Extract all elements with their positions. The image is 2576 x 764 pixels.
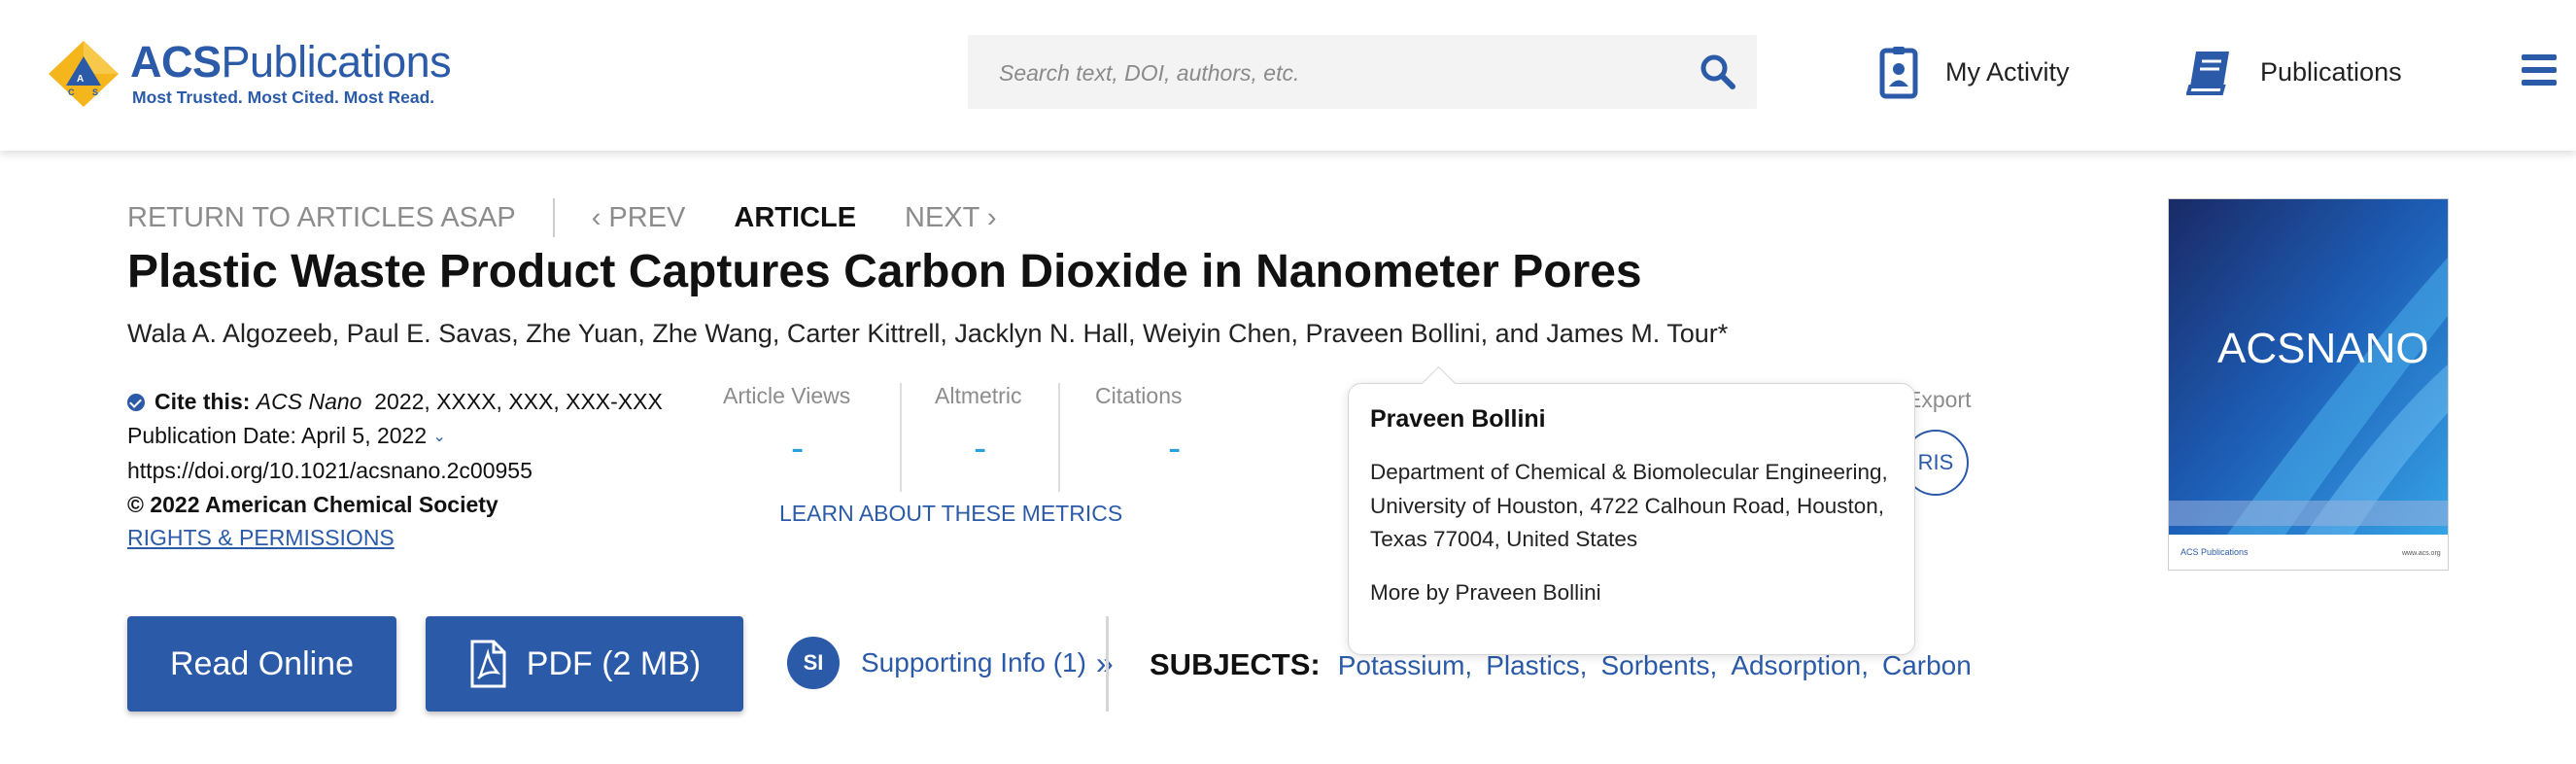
journal-cover-image: ACSNANO ACS Publications www.acs.org [2169,199,2448,570]
prev-article-link[interactable]: ‹ PREV [592,202,686,234]
popup-affiliation: Department of Chemical & Biomolecular En… [1370,460,1888,551]
search-input[interactable] [997,35,1681,111]
chevron-down-icon: ⌄ [432,428,446,445]
hamburger-menu-icon[interactable] [2520,51,2559,89]
publications-label: Publications [2260,56,2402,87]
cover-footer-url: www.acs.org [2401,550,2441,557]
svg-text:S: S [92,87,98,97]
export-label: Export [1906,387,1972,412]
double-chevron-right-icon: » [1095,644,1114,680]
journal-name: ACS Nano [256,389,362,414]
next-article-link[interactable]: NEXT › [905,202,997,234]
acs-publications-logo[interactable]: A C S ACSPublications Most Trusted. Most… [47,37,455,115]
my-activity-link[interactable]: My Activity [1879,43,2070,101]
metric-divider [1058,383,1060,492]
check-circle-icon [127,394,145,411]
author-popup: Praveen Bollini Department of Chemical &… [1348,383,1915,655]
svg-text:A: A [77,74,84,85]
copyright: © 2022 American Chemical Society [127,491,498,517]
author-list[interactable]: Wala A. Algozeeb, Paul E. Savas, Zhe Yua… [127,319,1728,349]
svg-text:C: C [68,87,75,97]
return-to-articles-link[interactable]: RETURN TO ARTICLES ASAP [127,202,516,234]
popup-author-name: Praveen Bollini [1370,405,1546,433]
journal-cover[interactable]: ACSNANO ACS Publications www.acs.org [2168,198,2449,571]
metric-altmetric: Altmetric - [935,383,1022,469]
cite-this-row[interactable]: Cite this: ACS Nano 2022, XXXX, XXX, XXX… [127,385,663,419]
metric-divider [900,383,902,492]
badge-icon [1879,47,1918,99]
logo-tagline: Most Trusted. Most Cited. Most Read. [132,87,435,107]
pdf-file-icon [470,640,506,688]
subjects-label: SUBJECTS: [1150,647,1321,681]
read-online-button[interactable]: Read Online [127,616,396,712]
search-bar [968,35,1757,111]
logo-title: ACSPublications [130,37,452,87]
current-article-label: ARTICLE [734,201,857,233]
doi-link[interactable]: https://doi.org/10.1021/acsnano.2c00955 [127,454,663,488]
cover-journal-mark: ACSNANO [2217,325,2429,372]
my-activity-label: My Activity [1945,56,2070,87]
rights-permissions-link[interactable]: RIGHTS & PERMISSIONS [127,521,663,555]
nav-divider [552,198,555,237]
supporting-info-link[interactable]: SI Supporting Info (1) » [787,637,1114,689]
publication-date[interactable]: Publication Date: April 5, 2022 ⌄ [127,419,663,455]
book-icon [2186,52,2229,95]
learn-about-metrics-link[interactable]: LEARN ABOUT THESE METRICS [779,501,1122,527]
citation-info: Cite this: ACS Nano 2022, XXXX, XXX, XXX… [127,385,663,555]
pdf-download-button[interactable]: PDF (2 MB) [426,616,743,712]
citation-details: 2022, XXXX, XXX, XXX-XXX [374,389,663,414]
cover-footer-logo: ACS Publications [2181,547,2249,557]
site-header: A C S ACSPublications Most Trusted. Most… [0,0,2576,151]
supporting-info-label: Supporting Info (1) [861,647,1086,677]
article-navigation: RETURN TO ARTICLES ASAP ‹ PREV ARTICLE N… [127,198,997,237]
metric-article-views: Article Views - [723,383,851,469]
publications-link[interactable]: Publications [2186,43,2402,101]
acs-logo-icon: A C S [49,41,119,107]
more-by-author-link[interactable]: More by Praveen Bollini [1370,580,1601,606]
section-divider [1106,616,1109,712]
si-badge-icon: SI [787,637,840,689]
metric-citations: Citations - [1095,383,1183,469]
article-title: Plastic Waste Product Captures Carbon Di… [127,246,1642,297]
search-icon[interactable] [1699,52,1737,91]
